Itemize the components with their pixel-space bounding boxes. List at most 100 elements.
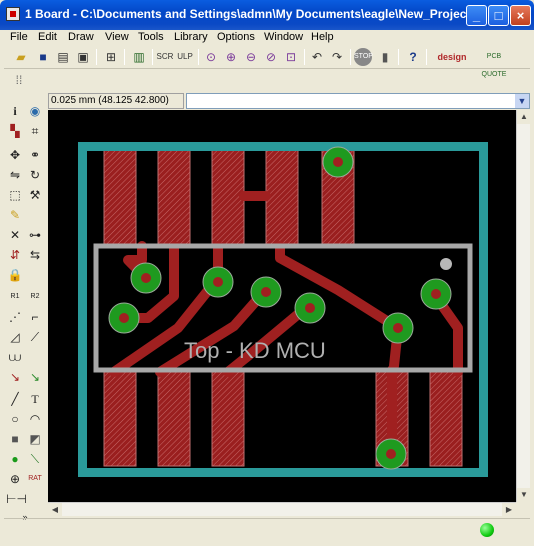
maximize-button[interactable]: □ [488,5,509,26]
app-icon [6,7,20,21]
pinswap-icon[interactable]: ⇆ [26,246,44,264]
menu-draw[interactable]: Draw [68,31,94,43]
menu-edit[interactable]: Edit [38,31,57,43]
split-icon[interactable]: ⋰ [6,308,24,326]
wire-icon[interactable]: ╱ [6,390,24,408]
autorouter-icon[interactable]: ↘ [26,368,44,386]
smd-pad [211,149,245,247]
cam-icon[interactable]: ▣ [74,48,92,66]
signal-icon[interactable]: ⟍ [26,450,44,468]
script-run-icon[interactable]: SCR [156,48,174,66]
change-icon[interactable]: ⚒ [26,186,44,204]
text-icon[interactable]: T [26,390,44,408]
menu-help[interactable]: Help [311,31,334,43]
status-bar [4,518,530,542]
menu-tools[interactable]: Tools [138,31,164,43]
status-indicator-icon [480,523,494,537]
menu-bar: File Edit Draw View Tools Library Option… [4,30,530,46]
scroll-right-icon[interactable]: ▶ [502,503,516,517]
scroll-down-icon[interactable]: ▼ [517,488,531,502]
lock-icon[interactable]: 🔒 [6,266,24,284]
undo-icon[interactable]: ↶ [308,48,326,66]
vertical-scrollbar[interactable]: ▲ ▼ [516,110,531,502]
zoom-fit-icon[interactable]: ⊙ [202,48,220,66]
outline-bottom [78,468,488,477]
rect-icon[interactable]: ■ [6,430,24,448]
scroll-left-icon[interactable]: ◀ [48,503,62,517]
zoom-in-icon[interactable]: ⊕ [222,48,240,66]
zoom-select-icon[interactable]: ⊡ [282,48,300,66]
zoom-out-icon[interactable]: ⊖ [242,48,260,66]
smd-pad [103,149,137,247]
group-icon[interactable]: ⬚ [6,186,24,204]
display-icon[interactable]: ▚ [6,122,24,140]
menu-library[interactable]: Library [174,31,208,43]
outline-left [78,142,87,477]
pin1-marker [440,258,452,270]
info-icon[interactable]: i [6,102,24,120]
route-icon[interactable]: ⟋ [26,328,44,346]
command-line-input[interactable]: ▼ [186,93,530,109]
menu-view[interactable]: View [105,31,129,43]
grid-icon[interactable]: ⁞⁞ [10,71,28,89]
delete-icon[interactable]: ✕ [6,226,24,244]
circle-icon[interactable]: ○ [6,410,24,428]
polygon-icon[interactable]: ◩ [26,430,44,448]
pcb-quote-icon[interactable]: PCB QUOTE [476,48,512,78]
add-icon[interactable]: ⊶ [26,226,44,244]
via-icon[interactable]: ● [6,450,24,468]
arc-icon[interactable]: ◠ [26,410,44,428]
redo-icon[interactable]: ↷ [328,48,346,66]
optimize-icon[interactable]: ◿ [6,328,24,346]
value-icon[interactable]: R2 [26,288,44,306]
dimension-icon[interactable]: ⊢⊣ [6,490,27,508]
paste-icon[interactable]: ✎ [6,206,24,224]
designlink-icon[interactable]: design [432,48,472,66]
outline-right [479,142,488,477]
menu-file[interactable]: File [10,31,28,43]
ulp-icon[interactable]: ULP [176,48,194,66]
ratsnest-icon[interactable]: RAT [26,470,44,488]
horizontal-scrollbar[interactable]: ◀ ▶ [48,502,516,517]
smd-pad [429,369,463,467]
stop-icon[interactable]: STOP [354,48,373,66]
print-icon[interactable]: ▤ [54,48,72,66]
close-button[interactable]: × [510,5,531,26]
ripup-icon[interactable]: ↘ [6,368,24,386]
parameter-toolbar: ⁞⁞ [4,68,530,90]
meander-icon[interactable]: ⩊ [6,348,24,366]
script-icon[interactable]: ▥ [130,48,148,66]
show-icon[interactable]: ◉ [26,102,44,120]
smd-pad [157,369,191,467]
smd-pad [211,369,245,467]
title-bar[interactable]: 1 Board - C:\Documents and Settings\admn… [0,0,534,30]
chevron-down-icon[interactable]: ▼ [515,94,529,108]
hole-icon[interactable]: ⊕ [6,470,24,488]
replace-icon[interactable]: ⇵ [6,246,24,264]
go-icon[interactable]: ▮ [376,48,394,66]
main-toolbar: ▰ ■ ▤ ▣ ⊞ ▥ SCR ULP ⊙ ⊕ ⊖ ⊘ ⊡ ↶ ↷ STOP ▮… [4,46,530,78]
smd-pad [265,149,299,247]
miter-icon[interactable]: ⌐ [26,308,44,326]
smash-icon[interactable]: R1 [6,288,24,306]
rotate-icon[interactable]: ↻ [26,166,44,184]
smd-pad [103,369,137,467]
help-icon[interactable]: ? [404,48,422,66]
save-icon[interactable]: ■ [34,48,52,66]
mirror-icon[interactable]: ⇋ [6,166,24,184]
tool-palette: i ◉ ▚ ⌗ ✥ ⚭ ⇋ ↻ ⬚ ⚒ ✎ ✕ ⊶ ⇵ ⇆ 🔒 R1 R2 ⋰ … [4,90,46,522]
copy-icon[interactable]: ⚭ [26,146,44,164]
outline-top [78,142,488,151]
minimize-button[interactable]: _ [466,5,487,26]
open-icon[interactable]: ▰ [12,48,30,66]
scroll-up-icon[interactable]: ▲ [517,110,531,124]
library-icon[interactable]: ⊞ [102,48,120,66]
mark-icon[interactable]: ⌗ [26,122,44,140]
move-icon[interactable]: ✥ [6,146,24,164]
board-label: Top - KD MCU [184,338,326,363]
board-canvas[interactable]: Top - KD MCU [48,110,516,502]
menu-window[interactable]: Window [264,31,303,43]
redraw-icon[interactable]: ⊘ [262,48,280,66]
smd-pad [157,149,191,247]
menu-options[interactable]: Options [217,31,255,43]
